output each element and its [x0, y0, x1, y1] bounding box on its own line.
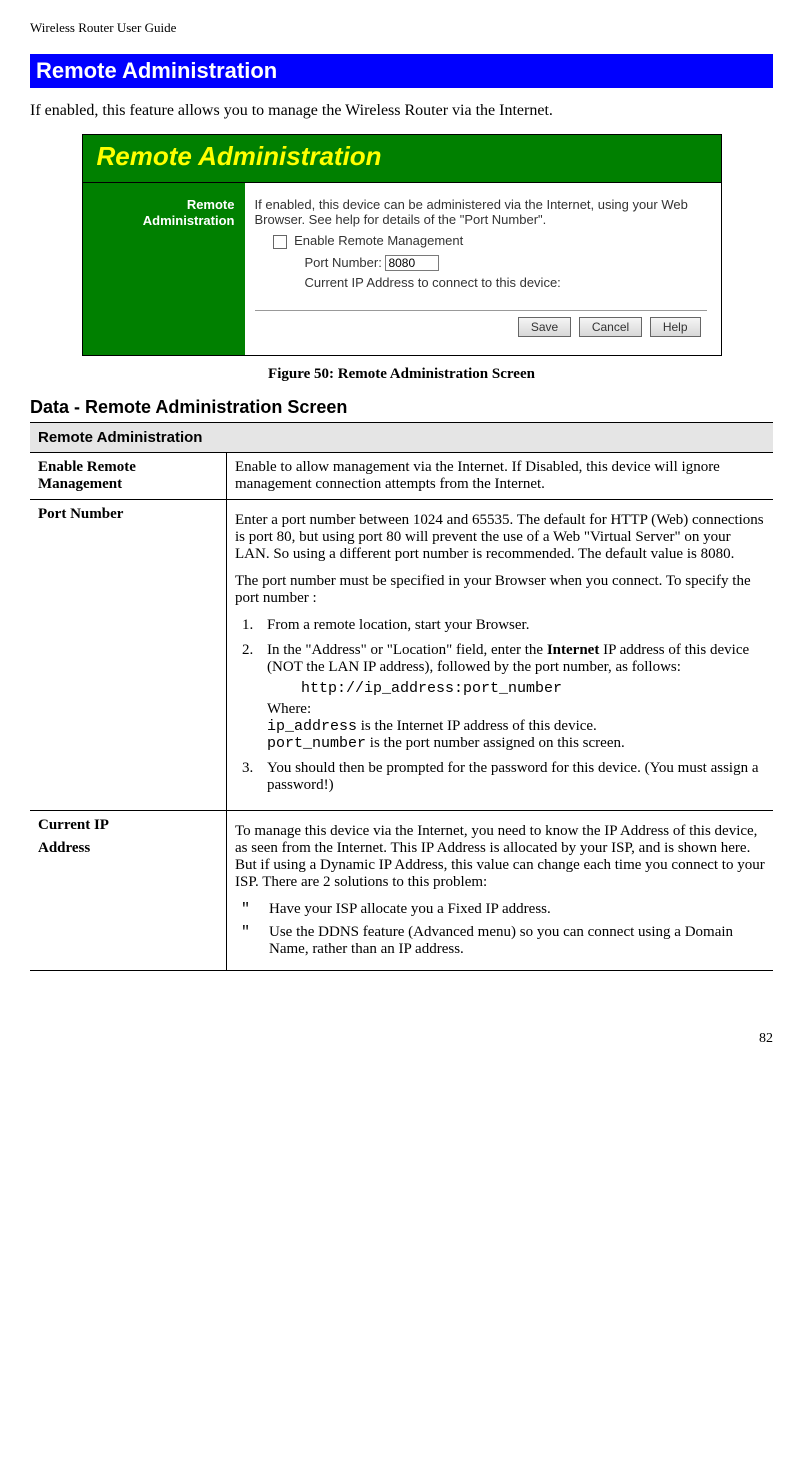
port-step-1: From a remote location, start your Brows… [257, 617, 765, 634]
enable-remote-checkbox[interactable] [273, 235, 287, 249]
page-number: 82 [30, 1031, 773, 1047]
figure-screenshot: Remote Administration RemoteAdministrati… [82, 134, 722, 356]
port-step-2: In the "Address" or "Location" field, en… [257, 642, 765, 752]
currentip-paragraph: To manage this device via the Internet, … [235, 823, 765, 891]
currentip-bullets: Have your ISP allocate you a Fixed IP ad… [235, 901, 765, 958]
table-header-cell: Remote Administration [30, 422, 773, 452]
table-row: Current IP Address To manage this device… [30, 810, 773, 970]
data-table: Remote Administration Enable Remote Mana… [30, 422, 773, 971]
port-number-label: Port Number: [305, 255, 382, 270]
where-ip-line: ip_address is the Internet IP address of… [267, 718, 765, 735]
port-step-2-bold: Internet [547, 642, 600, 658]
row-port-desc: Enter a port number between 1024 and 655… [227, 499, 774, 810]
port-paragraph-1: Enter a port number between 1024 and 655… [235, 512, 765, 563]
figure-sidebar: RemoteAdministration [83, 183, 245, 355]
table-row: Port Number Enter a port number between … [30, 499, 773, 810]
port-number-row: Port Number: [305, 255, 707, 271]
help-button[interactable]: Help [650, 317, 701, 337]
where-ip-code: ip_address [267, 718, 357, 735]
port-number-input[interactable] [385, 255, 439, 271]
figure-body: RemoteAdministration If enabled, this de… [83, 183, 721, 355]
figure-container: Remote Administration RemoteAdministrati… [30, 134, 773, 356]
figure-divider [255, 310, 707, 311]
row-currentip-desc: To manage this device via the Internet, … [227, 810, 774, 970]
table-row: Enable Remote Management Enable to allow… [30, 452, 773, 499]
row-port-label: Port Number [30, 499, 227, 810]
section-title: Remote Administration [30, 54, 773, 88]
figure-caption: Figure 50: Remote Administration Screen [30, 366, 773, 383]
row-currentip-label-1: Current IP [38, 817, 218, 834]
port-paragraph-2: The port number must be specified in you… [235, 573, 765, 607]
row-enable-desc: Enable to allow management via the Inter… [227, 452, 774, 499]
currentip-bullet-2: Use the DDNS feature (Advanced menu) so … [235, 924, 765, 958]
where-port-code: port_number [267, 735, 366, 752]
row-currentip-label: Current IP Address [30, 810, 227, 970]
where-port-line: port_number is the port number assigned … [267, 735, 765, 752]
where-label: Where: [267, 701, 765, 718]
current-ip-row: Current IP Address to connect to this de… [305, 275, 707, 290]
figure-help-text: If enabled, this device can be administe… [255, 197, 707, 227]
currentip-bullet-1: Have your ISP allocate you a Fixed IP ad… [235, 901, 765, 918]
intro-paragraph: If enabled, this feature allows you to m… [30, 102, 773, 120]
where-ip-tail: is the Internet IP address of this devic… [357, 718, 597, 734]
figure-sidebar-label: RemoteAdministration [93, 197, 235, 228]
port-step-3: You should then be prompted for the pass… [257, 760, 765, 794]
data-section-heading: Data - Remote Administration Screen [30, 397, 773, 418]
where-port-tail: is the port number assigned on this scre… [366, 735, 625, 751]
save-button[interactable]: Save [518, 317, 571, 337]
document-header: Wireless Router User Guide [30, 20, 773, 36]
enable-remote-checkbox-row: Enable Remote Management [273, 233, 707, 249]
port-step-2-code: http://ip_address:port_number [301, 680, 765, 697]
port-step-2-text-a: In the "Address" or "Location" field, en… [267, 642, 547, 658]
row-enable-label: Enable Remote Management [30, 452, 227, 499]
figure-button-row: Save Cancel Help [255, 317, 707, 345]
table-header-row: Remote Administration [30, 422, 773, 452]
figure-content: If enabled, this device can be administe… [245, 183, 721, 355]
row-currentip-label-2: Address [38, 840, 218, 857]
figure-title-bar: Remote Administration [83, 135, 721, 183]
cancel-button[interactable]: Cancel [579, 317, 642, 337]
port-steps-list: From a remote location, start your Brows… [235, 617, 765, 794]
enable-remote-checkbox-label: Enable Remote Management [294, 233, 463, 248]
